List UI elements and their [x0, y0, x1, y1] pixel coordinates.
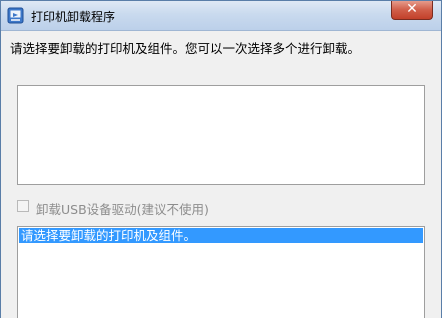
window-title: 打印机卸载程序: [31, 10, 116, 24]
component-list[interactable]: 请选择要卸载的打印机及组件。: [17, 226, 425, 318]
instruction-text: 请选择要卸载的打印机及组件。您可以一次选择多个进行卸载。: [10, 41, 361, 56]
printer-list[interactable]: [17, 85, 425, 185]
close-button[interactable]: ✕: [391, 1, 433, 20]
uninstaller-window: 打印机卸载程序 ✕ 请选择要卸载的打印机及组件。您可以一次选择多个进行卸载。 卸…: [0, 0, 442, 318]
usb-driver-checkbox[interactable]: [17, 200, 29, 212]
close-icon: ✕: [406, 1, 418, 17]
usb-driver-label: 卸载USB设备驱动(建议不使用): [36, 202, 209, 217]
uninstaller-app-icon: [7, 7, 24, 24]
title-bar[interactable]: 打印机卸载程序 ✕: [1, 1, 441, 31]
list-item[interactable]: 请选择要卸载的打印机及组件。: [19, 228, 423, 243]
